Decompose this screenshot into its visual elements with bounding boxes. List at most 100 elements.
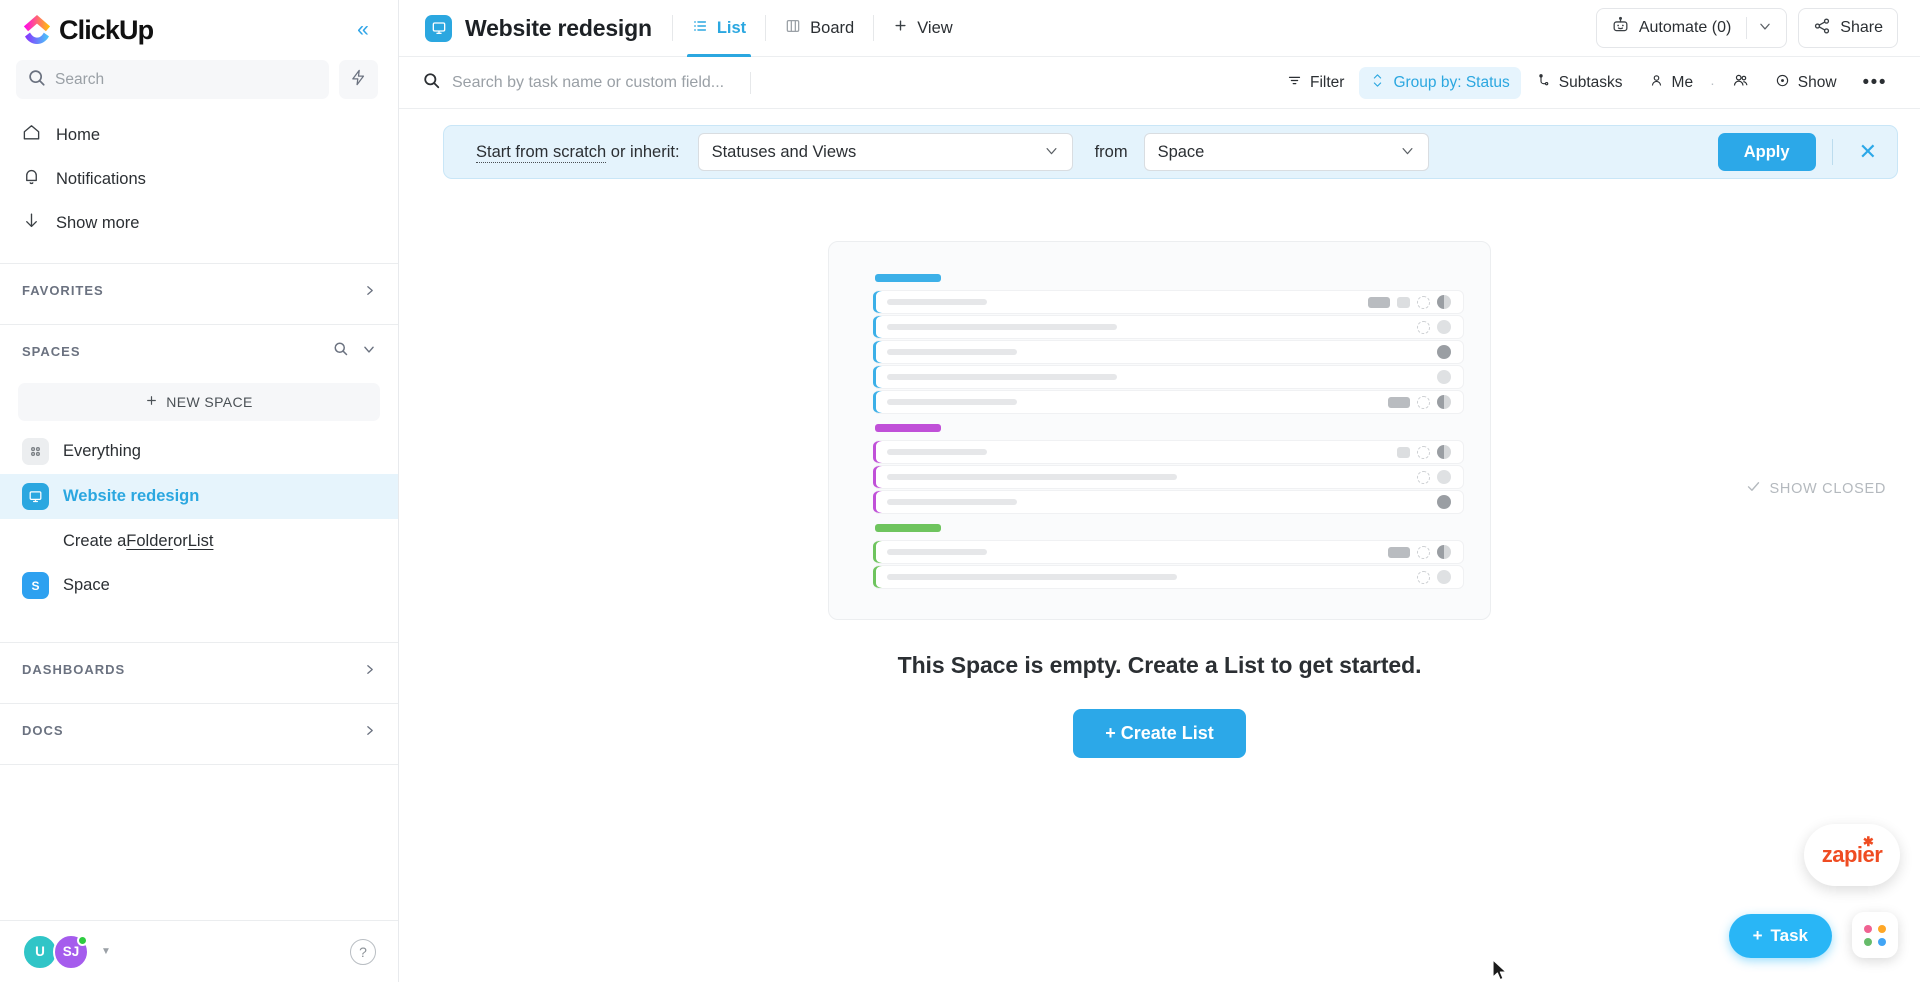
sidebar-item-notifications[interactable]: Notifications bbox=[0, 157, 398, 201]
share-button[interactable]: Share bbox=[1798, 8, 1898, 48]
skeleton-status-tag bbox=[1368, 296, 1390, 308]
collapse-sidebar-icon[interactable]: « bbox=[348, 14, 378, 44]
search-icon bbox=[28, 69, 45, 91]
me-filter-button[interactable]: Me bbox=[1638, 67, 1705, 99]
spaces-search-icon[interactable] bbox=[333, 341, 348, 361]
search-input[interactable]: Search bbox=[16, 60, 329, 99]
help-icon[interactable]: ? bbox=[350, 938, 376, 965]
space-label: Website redesign bbox=[63, 487, 200, 505]
zapier-label: zapier ✱ bbox=[1822, 834, 1883, 868]
sidebar-item-website-redesign[interactable]: Website redesign bbox=[0, 474, 398, 519]
skeleton-task-row bbox=[873, 290, 1464, 314]
sidebar-item-show-more[interactable]: Show more bbox=[0, 201, 398, 245]
sidebar-item-space[interactable]: S Space bbox=[0, 563, 398, 608]
or-inherit-text: or inherit: bbox=[606, 142, 680, 161]
chevron-down-icon[interactable] bbox=[1758, 19, 1772, 38]
inherit-from-select[interactable]: Space bbox=[1143, 133, 1429, 171]
skeleton-task-title bbox=[887, 499, 1017, 505]
start-from-scratch-link[interactable]: Start from scratch bbox=[476, 142, 607, 163]
apply-button[interactable]: Apply bbox=[1717, 133, 1816, 171]
skeleton-avatar bbox=[1437, 395, 1451, 409]
tab-board[interactable]: Board bbox=[766, 0, 873, 57]
clickup-app: ClickUp « Search Home Notifications Show… bbox=[0, 0, 1920, 982]
skeleton-row-meta bbox=[1388, 395, 1451, 409]
chevron-right-icon[interactable] bbox=[363, 663, 376, 676]
skeleton-due-date-icon bbox=[1417, 445, 1430, 459]
sidebar-item-everything[interactable]: Everything bbox=[0, 429, 398, 474]
skeleton-task-row bbox=[873, 390, 1464, 414]
lightning-icon bbox=[350, 69, 367, 91]
divider bbox=[1831, 139, 1833, 165]
skeleton-task-row bbox=[873, 465, 1464, 489]
section-docs[interactable]: DOCS bbox=[0, 704, 398, 756]
bell-icon bbox=[22, 167, 41, 191]
skeleton-row-meta bbox=[1417, 570, 1451, 584]
skeleton-row-meta bbox=[1417, 470, 1451, 484]
skeleton-task-row bbox=[873, 365, 1464, 389]
divider bbox=[0, 764, 398, 765]
show-button[interactable]: Show bbox=[1764, 67, 1848, 99]
new-space-button[interactable]: NEW SPACE bbox=[18, 383, 380, 421]
mouse-cursor bbox=[1492, 959, 1510, 982]
chevron-right-icon[interactable] bbox=[363, 724, 376, 737]
automate-button[interactable]: Automate (0) bbox=[1595, 8, 1788, 48]
skeleton-task-row bbox=[873, 565, 1464, 589]
robot-icon bbox=[1611, 16, 1630, 40]
skeleton-avatar bbox=[1437, 545, 1451, 559]
avatar[interactable]: SJ bbox=[53, 933, 89, 970]
skeleton-task-title bbox=[887, 349, 1017, 355]
more-icon: ••• bbox=[1862, 71, 1887, 93]
create-folder-link[interactable]: Folder bbox=[126, 532, 173, 551]
task-search-placeholder: Search by task name or custom field... bbox=[452, 73, 725, 91]
zapier-star-icon: ✱ bbox=[1862, 834, 1874, 849]
task-search-input[interactable]: Search by task name or custom field... bbox=[423, 71, 752, 94]
skeleton-avatar bbox=[1437, 495, 1451, 509]
sidebar-logo-row: ClickUp « bbox=[0, 0, 398, 60]
filter-button[interactable]: Filter bbox=[1276, 67, 1355, 99]
group-by-button[interactable]: Group by: Status bbox=[1359, 66, 1521, 99]
group-status-bar bbox=[875, 424, 941, 432]
section-favorites[interactable]: FAVORITES bbox=[0, 264, 398, 316]
search-icon bbox=[423, 72, 440, 94]
tab-label: List bbox=[716, 18, 747, 37]
more-options-button[interactable]: ••• bbox=[1852, 67, 1898, 99]
toolbar-label: Filter bbox=[1310, 73, 1345, 91]
create-list-link[interactable]: List bbox=[188, 532, 214, 551]
create-list-button[interactable]: + Create List bbox=[1073, 709, 1246, 758]
zapier-widget[interactable]: zapier ✱ bbox=[1804, 824, 1900, 886]
chevron-down-icon[interactable] bbox=[362, 342, 376, 361]
subtasks-button[interactable]: Subtasks bbox=[1525, 67, 1634, 99]
empty-state-message: This Space is empty. Create a List to ge… bbox=[897, 652, 1422, 678]
skeleton-due-date-icon bbox=[1417, 545, 1430, 559]
quick-action-button[interactable] bbox=[339, 60, 378, 99]
chevron-down-icon[interactable]: ▼ bbox=[101, 946, 111, 957]
separator-dot: · bbox=[1710, 74, 1715, 91]
tab-add-view[interactable]: View bbox=[874, 0, 971, 57]
assignees-button[interactable] bbox=[1721, 67, 1760, 99]
skeleton-task-row bbox=[873, 315, 1464, 339]
close-banner-icon[interactable]: ✕ bbox=[1849, 141, 1887, 163]
grid-icon bbox=[22, 438, 49, 465]
section-dashboards[interactable]: DASHBOARDS bbox=[0, 643, 398, 695]
chevron-right-icon[interactable] bbox=[363, 284, 376, 297]
new-task-button[interactable]: + Task bbox=[1728, 914, 1832, 958]
inherit-source-select[interactable]: Statuses and Views bbox=[697, 133, 1073, 171]
divider bbox=[750, 71, 752, 94]
toolbar-label: Show bbox=[1797, 73, 1837, 91]
skeleton-task-title bbox=[887, 474, 1177, 480]
page-title-text: Website redesign bbox=[465, 14, 652, 41]
search-placeholder: Search bbox=[55, 70, 105, 88]
section-spaces[interactable]: SPACES bbox=[0, 325, 398, 377]
banner-lead-text: Start from scratch or inherit: bbox=[476, 142, 680, 163]
section-title: DASHBOARDS bbox=[22, 661, 126, 677]
apps-grid-icon[interactable] bbox=[1852, 912, 1898, 958]
skeleton-task-title bbox=[887, 399, 1017, 405]
group-status-bar bbox=[875, 274, 941, 282]
skeleton-avatar bbox=[1437, 320, 1451, 334]
list-icon bbox=[692, 18, 708, 39]
sidebar-item-home[interactable]: Home bbox=[0, 113, 398, 157]
skeleton-avatar bbox=[1437, 295, 1451, 309]
sidebar-search-row: Search bbox=[0, 60, 398, 99]
skeleton-due-date-icon bbox=[1417, 570, 1430, 584]
tab-list[interactable]: List bbox=[673, 0, 765, 57]
